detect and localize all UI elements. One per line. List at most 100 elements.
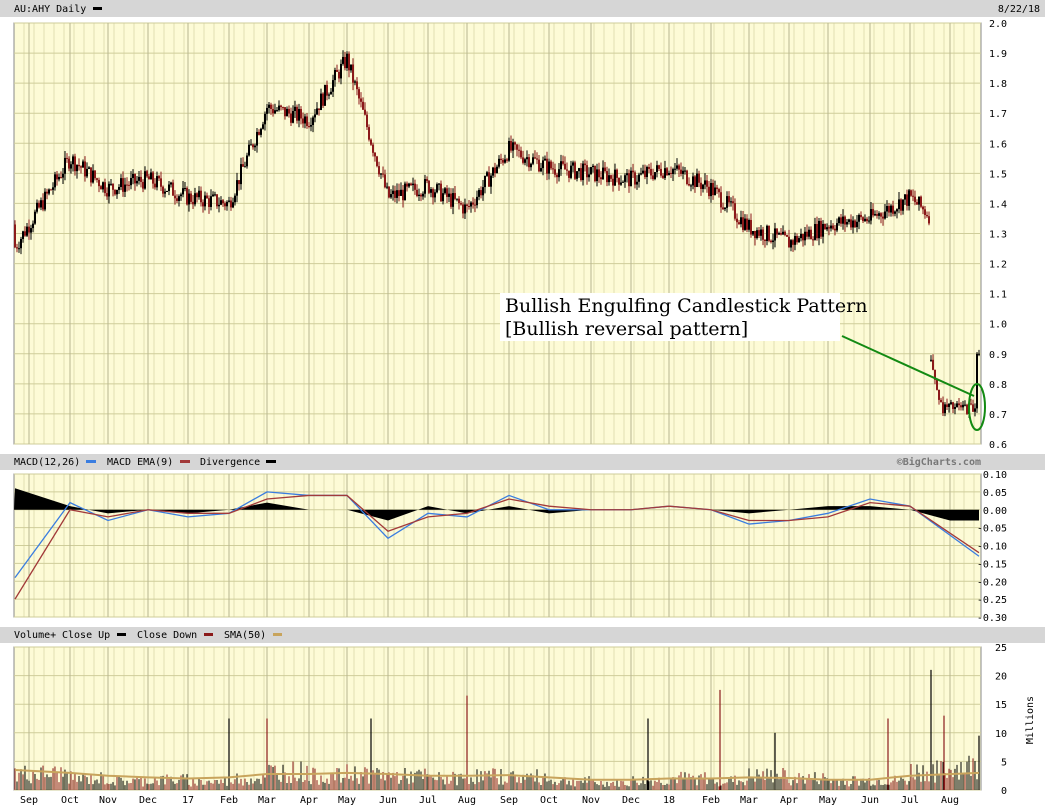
price-candle-body bbox=[832, 225, 834, 229]
price-candle-body bbox=[806, 231, 808, 237]
price-candle-body bbox=[662, 175, 664, 178]
price-candle-body bbox=[208, 198, 210, 207]
price-candle-body bbox=[364, 109, 366, 115]
price-candle-body bbox=[598, 169, 600, 178]
price-candle-body bbox=[392, 190, 394, 195]
price-candle-body bbox=[844, 216, 846, 225]
price-candle-body bbox=[164, 191, 166, 194]
price-candle-body bbox=[720, 192, 722, 208]
price-candle-body bbox=[884, 211, 886, 219]
price-candle-body bbox=[90, 167, 92, 183]
price-candle-body bbox=[156, 176, 158, 188]
price-candle-body bbox=[500, 158, 502, 160]
price-candle-body bbox=[778, 233, 780, 235]
price-candle-body bbox=[318, 108, 320, 111]
price-tick-label: 0.6 bbox=[989, 440, 1007, 451]
price-candle-body bbox=[360, 98, 362, 102]
price-candle-body bbox=[454, 193, 456, 199]
price-candle-body bbox=[228, 200, 230, 202]
macd-tick-label: 0.05 bbox=[983, 488, 1007, 499]
price-candle-body bbox=[188, 193, 190, 205]
price-candle-body bbox=[250, 144, 252, 146]
price-candle-body bbox=[472, 202, 474, 205]
price-tick-label: 1.4 bbox=[989, 199, 1007, 210]
price-candle-body bbox=[978, 353, 980, 355]
price-candle-body bbox=[566, 169, 568, 171]
price-candle-body bbox=[610, 175, 612, 179]
price-candle-body bbox=[42, 200, 44, 210]
price-candle-body bbox=[286, 108, 288, 117]
price-candle-body bbox=[406, 183, 408, 187]
price-candle-body bbox=[170, 182, 172, 185]
price-candle-body bbox=[438, 183, 440, 185]
price-candle-body bbox=[158, 176, 160, 179]
price-candle-body bbox=[970, 403, 972, 405]
price-candle-body bbox=[222, 200, 224, 204]
price-candle-body bbox=[954, 407, 956, 409]
price-candle-body bbox=[634, 172, 636, 185]
price-candle-body bbox=[178, 196, 180, 201]
price-candle-body bbox=[258, 131, 260, 135]
price-candle-body bbox=[974, 408, 976, 412]
price-candle-body bbox=[132, 173, 134, 179]
price-candle-body bbox=[858, 214, 860, 222]
price-candle-body bbox=[696, 173, 698, 188]
price-candle-body bbox=[652, 175, 654, 180]
price-candle-body bbox=[876, 214, 878, 216]
price-candle-body bbox=[302, 118, 304, 124]
price-candle-body bbox=[352, 64, 354, 83]
price-candle-body bbox=[74, 156, 76, 172]
price-candle-body bbox=[534, 157, 536, 159]
price-candle-body bbox=[264, 113, 266, 125]
price-candle-body bbox=[682, 170, 684, 174]
price-candle-body bbox=[114, 189, 116, 195]
price-candle-body bbox=[536, 158, 538, 160]
price-candle-body bbox=[198, 190, 200, 198]
price-candle-body bbox=[284, 107, 286, 117]
price-candle-body bbox=[888, 205, 890, 213]
price-candle-body bbox=[130, 178, 132, 186]
price-candle-body bbox=[224, 203, 226, 207]
price-candle-body bbox=[674, 168, 676, 170]
price-candle-body bbox=[636, 181, 638, 185]
price-candle-body bbox=[238, 180, 240, 185]
price-tick-label: 0.8 bbox=[989, 380, 1007, 391]
annotation-line-1: Bullish Engulfing Candlestick Pattern bbox=[505, 295, 868, 317]
price-candle-body bbox=[128, 184, 130, 186]
price-candle-body bbox=[82, 161, 84, 168]
x-tick-label: Feb bbox=[220, 795, 238, 806]
price-candle-body bbox=[912, 195, 914, 197]
price-candle-body bbox=[272, 108, 274, 114]
volume-legend-4: SMA(50) bbox=[224, 630, 266, 641]
price-candle-body bbox=[262, 124, 264, 129]
volume-tick-label: 25 bbox=[995, 643, 1007, 654]
price-candle-body bbox=[704, 180, 706, 185]
x-tick-label: Mar bbox=[740, 795, 758, 806]
price-candle-body bbox=[246, 155, 248, 167]
price-candle-body bbox=[344, 56, 346, 69]
price-candle-body bbox=[946, 404, 948, 407]
price-tick-label: 1.8 bbox=[989, 79, 1007, 90]
price-candle-body bbox=[918, 196, 920, 205]
price-candle-body bbox=[218, 204, 220, 207]
price-candle-body bbox=[866, 218, 868, 222]
price-candle-body bbox=[124, 184, 126, 192]
price-candle-body bbox=[672, 169, 674, 174]
price-candle-body bbox=[448, 193, 450, 197]
price-candle-body bbox=[150, 172, 152, 180]
price-candle-body bbox=[838, 217, 840, 224]
price-candle-body bbox=[834, 228, 836, 231]
x-tick-label: Dec bbox=[622, 795, 640, 806]
price-candle-body bbox=[354, 81, 356, 83]
price-candle-body bbox=[492, 167, 494, 176]
price-candle-body bbox=[846, 221, 848, 225]
price-candle-body bbox=[14, 224, 16, 248]
price-candle-body bbox=[452, 193, 454, 207]
price-candle-body bbox=[162, 186, 164, 194]
price-candle-body bbox=[690, 185, 692, 187]
price-candle-body bbox=[862, 217, 864, 221]
x-tick-label: Aug bbox=[941, 795, 959, 806]
price-candle-body bbox=[488, 172, 490, 187]
price-candle-body bbox=[894, 211, 896, 214]
price-candle-body bbox=[402, 189, 404, 201]
